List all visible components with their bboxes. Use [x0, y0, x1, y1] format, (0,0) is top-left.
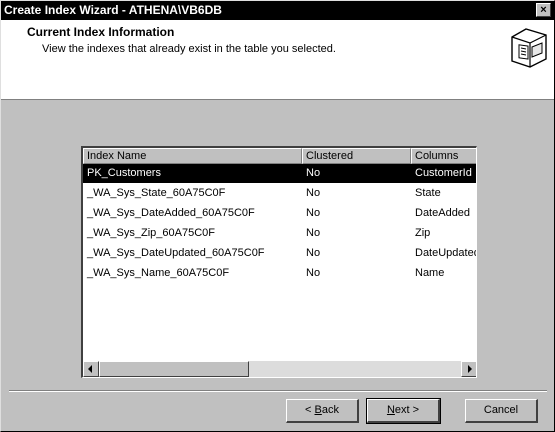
window-title: Create Index Wizard - ATHENA\VB6DB: [4, 3, 222, 17]
back-accelerator: B: [314, 404, 322, 416]
columns-cell: Zip: [415, 227, 431, 239]
index-name-cell: _WA_Sys_State_60A75C0F: [87, 187, 226, 199]
column-header-index-name[interactable]: Index Name: [83, 148, 302, 164]
arrow-left-icon: [88, 365, 92, 373]
arrow-right-icon: [468, 365, 472, 373]
horizontal-scrollbar[interactable]: [83, 361, 476, 377]
next-button[interactable]: Next >: [366, 398, 441, 424]
index-name-cell: _WA_Sys_DateAdded_60A75C0F: [87, 207, 255, 219]
clustered-cell: No: [306, 187, 321, 199]
title-bar[interactable]: Create Index Wizard - ATHENA\VB6DB ×: [1, 1, 554, 20]
page-subtitle: View the indexes that already exist in t…: [42, 43, 336, 55]
back-prefix: <: [305, 404, 315, 416]
divider-highlight: [9, 391, 547, 392]
columns-cell: State: [415, 187, 441, 199]
columns-cell: DateAdded: [415, 207, 471, 219]
table-row[interactable]: _WA_Sys_Name_60A75C0F No Name: [83, 264, 476, 283]
column-header-columns[interactable]: Columns: [411, 148, 476, 164]
scroll-right-button[interactable]: [461, 361, 476, 377]
table-row[interactable]: _WA_Sys_DateUpdated_60A75C0F No DateUpda…: [83, 244, 477, 263]
column-header-clustered[interactable]: Clustered: [302, 148, 411, 164]
clustered-cell: No: [306, 207, 321, 219]
index-name-cell: _WA_Sys_DateUpdated_60A75C0F: [87, 247, 265, 259]
next-accelerator: N: [386, 404, 395, 416]
clustered-cell: No: [306, 227, 321, 239]
index-list[interactable]: Index Name Clustered Columns PK_Customer…: [81, 146, 477, 378]
table-row[interactable]: _WA_Sys_State_60A75C0F No State: [83, 184, 476, 203]
table-row[interactable]: _WA_Sys_Zip_60A75C0F No Zip: [83, 224, 476, 243]
clustered-cell: No: [306, 247, 321, 259]
index-name-cell: _WA_Sys_Name_60A75C0F: [87, 267, 230, 279]
next-label: ext >: [394, 404, 420, 416]
columns-cell: CustomerId: [415, 167, 472, 179]
wizard-header: Current Index Information View the index…: [1, 20, 554, 100]
columns-cell: Name: [415, 267, 445, 279]
back-button[interactable]: < Back: [286, 399, 359, 423]
back-label: ack: [321, 404, 339, 416]
index-name-cell: PK_Customers: [87, 167, 161, 179]
page-title: Current Index Information: [27, 25, 175, 39]
index-name-cell: _WA_Sys_Zip_60A75C0F: [87, 227, 215, 239]
clustered-cell: No: [306, 167, 321, 179]
wizard-document-icon: [511, 28, 547, 68]
scroll-thumb[interactable]: [99, 361, 249, 377]
scroll-left-button[interactable]: [83, 361, 99, 377]
cancel-button[interactable]: Cancel: [465, 399, 538, 423]
table-row[interactable]: _WA_Sys_DateAdded_60A75C0F No DateAdded: [83, 204, 476, 223]
close-button[interactable]: ×: [536, 3, 551, 17]
table-row[interactable]: PK_Customers No CustomerId: [83, 164, 476, 183]
wizard-window: Create Index Wizard - ATHENA\VB6DB × Cur…: [0, 0, 555, 432]
columns-cell: DateUpdated: [415, 247, 477, 259]
clustered-cell: No: [306, 267, 321, 279]
column-headers: Index Name Clustered Columns: [83, 148, 476, 164]
